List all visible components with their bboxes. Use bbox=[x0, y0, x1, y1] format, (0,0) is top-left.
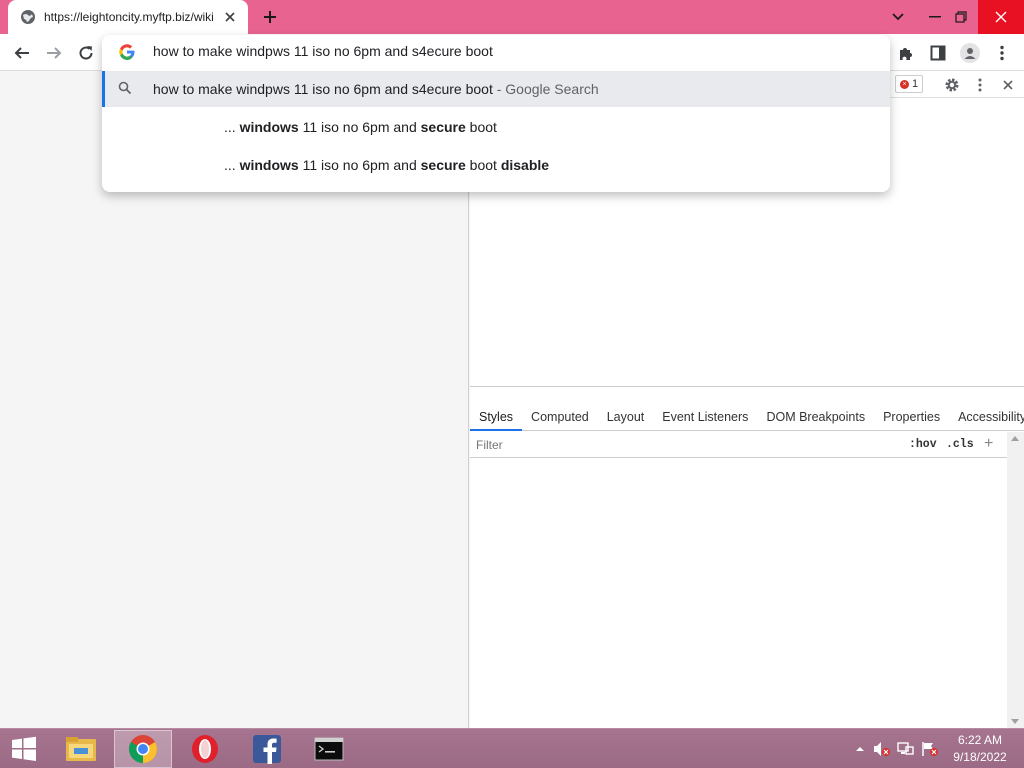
reload-button[interactable] bbox=[72, 39, 100, 67]
clock-time: 6:22 AM bbox=[957, 733, 1003, 747]
volume-button[interactable] bbox=[873, 740, 891, 758]
taskbar: 6:22 AM 9/18/2022 bbox=[0, 728, 1024, 768]
tab-accessibility[interactable]: Accessibility bbox=[949, 404, 1024, 431]
profile-icon bbox=[960, 43, 980, 63]
taskbar-chrome[interactable] bbox=[114, 730, 172, 768]
extensions-button[interactable] bbox=[892, 39, 920, 67]
taskbar-file-explorer[interactable] bbox=[52, 730, 110, 768]
reload-icon bbox=[79, 46, 93, 60]
forward-arrow-icon bbox=[47, 47, 62, 59]
windows-start-icon bbox=[12, 736, 36, 761]
tab-computed[interactable]: Computed bbox=[522, 404, 598, 431]
close-icon[interactable] bbox=[222, 9, 238, 25]
suggestion-text: 11 iso no 6pm and bbox=[298, 157, 421, 173]
devtools-sidebar-tabs: Styles Computed Layout Event Listeners D… bbox=[470, 404, 1024, 431]
devtools-settings-button[interactable] bbox=[942, 75, 962, 95]
close-icon bbox=[1003, 80, 1013, 90]
tab-styles[interactable]: Styles bbox=[470, 404, 523, 431]
browser-tab[interactable]: https://leightoncity.myftp.biz/wiki bbox=[8, 0, 248, 34]
error-count-badge[interactable]: × 1 bbox=[895, 75, 924, 93]
terminal-icon bbox=[314, 737, 344, 761]
suggestion-text-bold: secure bbox=[420, 119, 466, 135]
styles-scrollbar[interactable] bbox=[1007, 432, 1024, 728]
suggestion-text: boot bbox=[465, 157, 501, 173]
close-icon bbox=[995, 11, 1007, 23]
suggestion-text-bold: windows bbox=[239, 119, 299, 135]
facebook-icon bbox=[253, 735, 281, 764]
show-hidden-icons-button[interactable] bbox=[851, 740, 869, 758]
gear-icon bbox=[945, 78, 959, 92]
omnibox-input[interactable] bbox=[153, 43, 853, 59]
taskbar-opera[interactable] bbox=[176, 730, 234, 768]
network-button[interactable] bbox=[897, 740, 915, 758]
flag-icon bbox=[922, 742, 938, 756]
extensions-icon bbox=[900, 48, 912, 60]
scroll-up-icon[interactable] bbox=[1011, 436, 1019, 441]
volume-muted-icon bbox=[874, 742, 890, 756]
kebab-menu-icon bbox=[978, 78, 982, 92]
suggestion-text-bold: secure bbox=[420, 157, 466, 173]
browser-menu-button[interactable] bbox=[988, 39, 1016, 67]
system-clock[interactable]: 6:22 AM 9/18/2022 bbox=[942, 732, 1018, 766]
panel-divider[interactable] bbox=[470, 386, 1024, 387]
clock-date: 9/18/2022 bbox=[953, 750, 1007, 764]
tab-title: https://leightoncity.myftp.biz/wiki bbox=[44, 10, 214, 24]
devtools-close-button[interactable] bbox=[998, 75, 1018, 95]
omnibox-suggestion[interactable]: how to make windpws 11 iso no 6pm and s4… bbox=[102, 71, 890, 107]
minimize-icon bbox=[929, 16, 941, 18]
styles-filter-bar: :hov .cls + bbox=[470, 432, 1007, 458]
globe-icon bbox=[20, 9, 36, 25]
show-hidden-icons-icon bbox=[856, 747, 864, 751]
suggestion-text: 11 iso no 6pm and bbox=[298, 119, 421, 135]
taskbar-terminal[interactable] bbox=[300, 730, 358, 768]
back-arrow-icon bbox=[14, 47, 29, 59]
tab-event-listeners[interactable]: Event Listeners bbox=[653, 404, 757, 431]
styles-filter-input[interactable] bbox=[476, 437, 896, 453]
chevron-down-icon bbox=[892, 13, 904, 21]
cls-toggle[interactable]: .cls bbox=[946, 438, 974, 451]
back-button[interactable] bbox=[8, 39, 36, 67]
window-close-button[interactable] bbox=[978, 0, 1024, 34]
taskbar-facebook[interactable] bbox=[238, 730, 296, 768]
chrome-icon bbox=[129, 735, 157, 763]
suggestion-prefix: ... bbox=[224, 157, 240, 173]
side-panel-button[interactable] bbox=[924, 39, 952, 67]
restore-button[interactable] bbox=[943, 0, 979, 34]
restore-icon bbox=[955, 11, 967, 23]
error-count: 1 bbox=[912, 78, 919, 90]
suggestion-query: how to make windpws 11 iso no 6pm and s4… bbox=[153, 81, 493, 97]
suggestion-text-bold: windows bbox=[239, 157, 299, 173]
network-icon bbox=[897, 742, 914, 755]
omnibox-dropdown: how to make windpws 11 iso no 6pm and s4… bbox=[102, 35, 890, 192]
tab-properties[interactable]: Properties bbox=[874, 404, 949, 431]
suggestion-prefix: ... bbox=[224, 119, 240, 135]
new-tab-button[interactable] bbox=[258, 6, 282, 28]
profile-button[interactable] bbox=[956, 39, 984, 67]
plus-icon bbox=[264, 11, 276, 23]
file-explorer-icon bbox=[66, 737, 96, 761]
omnibox-suggestion[interactable]: ... windows 11 iso no 6pm and secure boo… bbox=[102, 109, 890, 145]
tab-layout[interactable]: Layout bbox=[598, 404, 654, 431]
devtools-more-button[interactable] bbox=[970, 75, 990, 95]
scroll-down-icon[interactable] bbox=[1011, 719, 1019, 724]
omnibox[interactable] bbox=[102, 35, 890, 69]
omnibox-suggestion[interactable]: ... windows 11 iso no 6pm and secure boo… bbox=[102, 147, 890, 183]
start-button[interactable] bbox=[0, 730, 48, 768]
search-icon bbox=[118, 81, 134, 97]
action-center-button[interactable] bbox=[921, 740, 939, 758]
tab-dom-breakpoints[interactable]: DOM Breakpoints bbox=[757, 404, 874, 431]
opera-icon bbox=[192, 735, 218, 763]
suggestion-hint: - Google Search bbox=[496, 81, 599, 97]
new-style-rule-button[interactable]: + bbox=[984, 435, 993, 453]
suggestion-text-bold: disable bbox=[500, 157, 550, 173]
hov-toggle[interactable]: :hov bbox=[909, 438, 937, 451]
title-bar: https://leightoncity.myftp.biz/wiki bbox=[0, 0, 1024, 34]
error-icon: × bbox=[900, 79, 909, 89]
suggestion-text: boot bbox=[465, 119, 497, 135]
side-panel-icon bbox=[930, 45, 946, 61]
forward-button[interactable] bbox=[40, 39, 68, 67]
google-icon bbox=[119, 44, 135, 60]
menu-icon bbox=[1000, 45, 1004, 61]
tab-search-button[interactable] bbox=[880, 0, 916, 34]
